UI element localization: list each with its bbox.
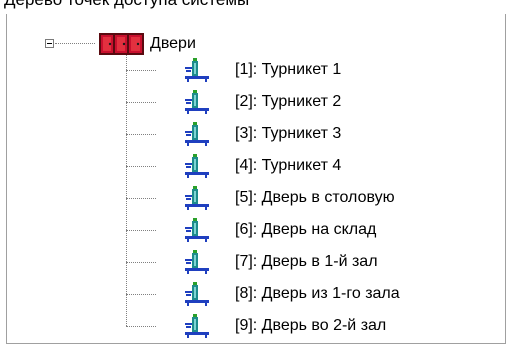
tree-item-turnstile-2[interactable]: [2]: Турникет 2 (183, 90, 341, 114)
tree-item-door-from-hall-1[interactable]: [8]: Дверь из 1-го зала (183, 282, 400, 306)
access-points-tree[interactable]: Двери [1]: Турникет 1 [2]: Турникет 2 [3… (6, 14, 506, 344)
tree-item-label: [1]: Турникет 1 (235, 61, 342, 78)
tree-connector (126, 230, 156, 231)
tree-item-door-canteen[interactable]: [5]: Дверь в столовую (183, 186, 395, 210)
tree-item-door-hall-2[interactable]: [9]: Дверь во 2-й зал (183, 314, 386, 338)
tree-connector (126, 134, 156, 135)
tree-item-label: [7]: Дверь в 1-й зал (235, 253, 378, 270)
turnstile-icon (185, 218, 209, 242)
tree-item-label: [9]: Дверь во 2-й зал (235, 317, 387, 334)
tree-item-label: [5]: Дверь в столовую (235, 189, 395, 206)
turnstile-icon (185, 282, 209, 306)
tree-node-label: Двери (150, 35, 196, 52)
tree-item-label: [3]: Турникет 3 (235, 125, 342, 142)
tree-connector (55, 43, 95, 44)
tree-item-door-hall-1[interactable]: [7]: Дверь в 1-й зал (183, 250, 378, 274)
turnstile-icon (185, 250, 209, 274)
tree-item-turnstile-3[interactable]: [3]: Турникет 3 (183, 122, 341, 146)
tree-item-label: [8]: Дверь из 1-го зала (235, 285, 400, 302)
tree-node-doors[interactable]: Двери (99, 32, 196, 56)
tree-connector (126, 102, 156, 103)
tree-connector (126, 70, 156, 71)
turnstile-icon (185, 90, 209, 114)
tree-connector (126, 54, 127, 326)
tree-item-label: [2]: Турникет 2 (235, 93, 342, 110)
turnstile-icon (185, 186, 209, 210)
tree-connector (126, 294, 156, 295)
doors-group-icon (99, 33, 144, 55)
tree-item-door-warehouse[interactable]: [6]: Дверь на склад (183, 218, 376, 242)
tree-connector (126, 198, 156, 199)
tree-connector (126, 326, 156, 327)
tree-item-turnstile-1[interactable]: [1]: Турникет 1 (183, 58, 341, 82)
tree-item-label: [6]: Дверь на склад (235, 221, 377, 238)
turnstile-icon (185, 154, 209, 178)
collapse-toggle[interactable] (45, 39, 54, 48)
tree-item-label: [4]: Турникет 4 (235, 157, 342, 174)
turnstile-icon (185, 122, 209, 146)
turnstile-icon (185, 58, 209, 82)
tree-caption: Дерево точек доступа системы (4, 0, 249, 10)
tree-connector (126, 262, 156, 263)
tree-item-turnstile-4[interactable]: [4]: Турникет 4 (183, 154, 341, 178)
tree-connector (126, 166, 156, 167)
turnstile-icon (185, 314, 209, 338)
